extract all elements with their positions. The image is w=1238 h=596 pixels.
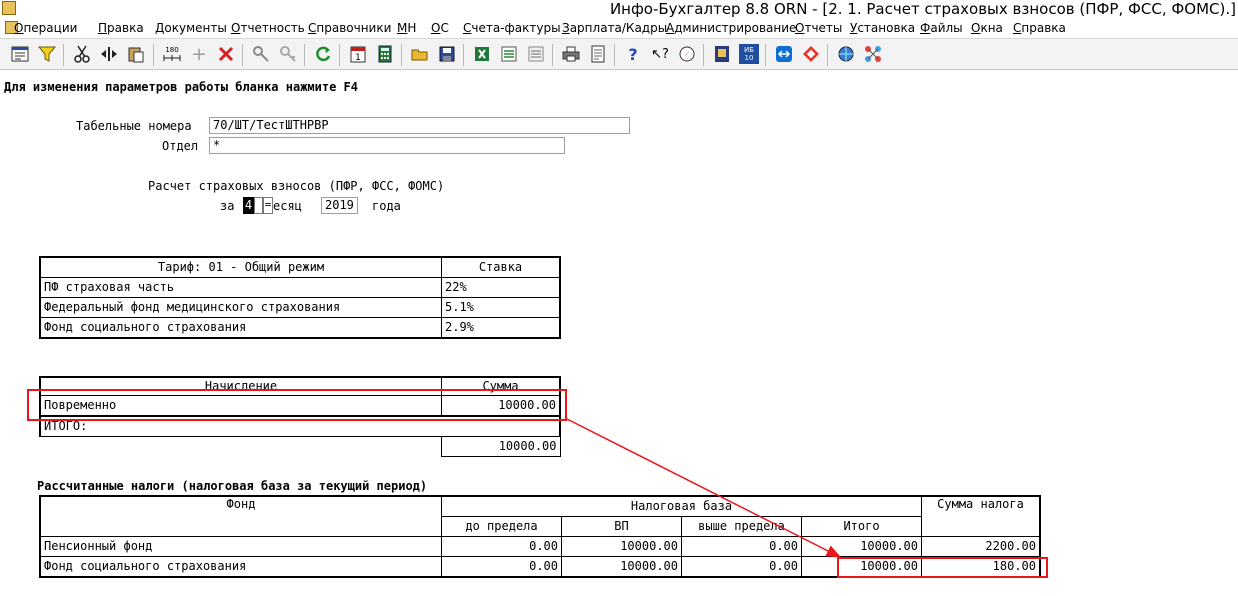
annotation-arrow [564,417,842,558]
